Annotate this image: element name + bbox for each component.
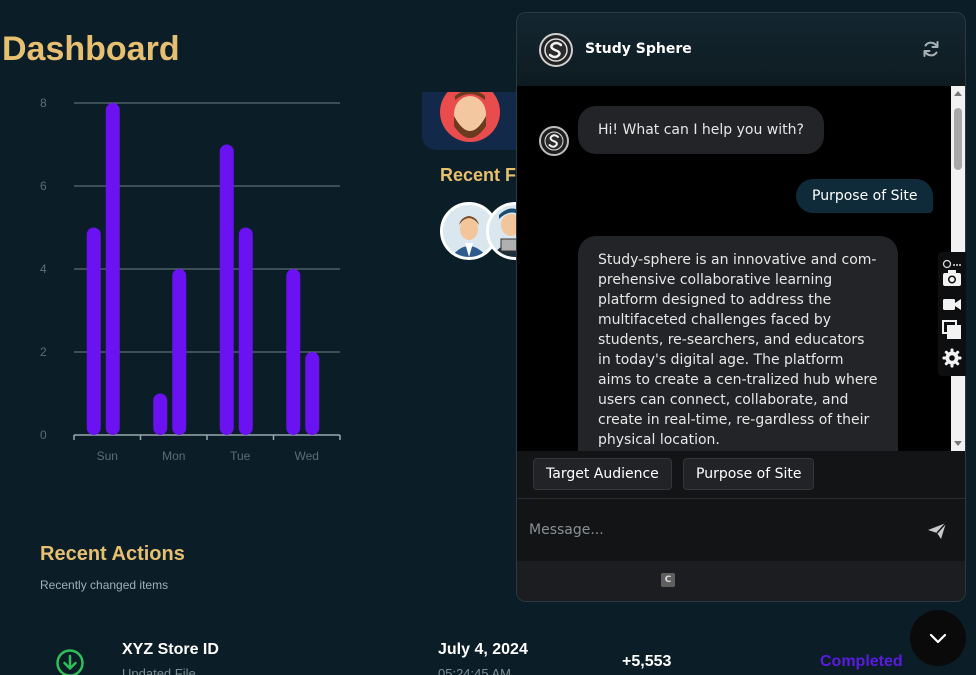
pin-icon[interactable]: [942, 254, 962, 269]
scroll-up-arrow-icon[interactable]: [954, 91, 962, 96]
weekly-bar-chart: 0 2 4 6 8 Sun Mon Tue Wed: [40, 96, 341, 463]
download-circle-icon: [55, 648, 85, 675]
chart-bar: [153, 393, 168, 435]
send-icon[interactable]: [927, 522, 947, 544]
action-amount: +5,553: [622, 653, 672, 670]
user-message: Purpose of Site: [796, 179, 934, 213]
action-item-name: XYZ Store ID: [122, 641, 219, 658]
chart-bar: [219, 144, 234, 435]
side-toolbar: [938, 252, 966, 376]
quick-replies: Target Audience Purpose of Site: [517, 451, 965, 498]
refresh-icon[interactable]: [921, 39, 941, 63]
gear-icon[interactable]: [942, 348, 962, 368]
chat-input-area: [517, 498, 965, 561]
footer-badge: C: [661, 573, 675, 587]
chart-bar: [305, 352, 320, 435]
chart-y-tick-label: 6: [40, 179, 47, 193]
scrollbar-thumb[interactable]: [954, 108, 962, 170]
bot-avatar: [539, 126, 569, 156]
bot-message: Study-sphere is an innovative and com-pr…: [578, 236, 898, 451]
chart-y-tick-label: 2: [40, 345, 47, 359]
action-item-subtitle: Updated File: [122, 666, 196, 675]
chart-bar: [238, 227, 253, 435]
chart-x-tick-label: Tue: [230, 449, 251, 463]
chart-x-tick-label: Mon: [162, 449, 185, 463]
chart-x-tick-label: Wed: [295, 449, 319, 463]
chart-bar: [286, 269, 301, 435]
chart-x-tick-label: Sun: [97, 449, 118, 463]
message-input[interactable]: [529, 515, 909, 545]
quick-reply-purpose-of-site[interactable]: Purpose of Site: [683, 458, 815, 490]
chart-bar: [86, 227, 101, 435]
chat-widget: Study Sphere Hi! What can I help you wit…: [516, 12, 966, 602]
recent-actions-title: Recent Actions: [40, 543, 185, 565]
table-row[interactable]: XYZ Store ID Updated File July 4, 2024 0…: [0, 636, 976, 675]
chart-y-tick-label: 4: [40, 262, 47, 276]
bot-message: Hi! What can I help you with?: [578, 106, 824, 154]
chart-bar: [105, 103, 120, 435]
chart-bar: [172, 269, 187, 435]
chat-title: Study Sphere: [585, 41, 692, 57]
recent-actions-subtitle: Recently changed items: [40, 578, 169, 592]
chat-messages[interactable]: Hi! What can I help you with? Purpose of…: [517, 86, 951, 451]
chart-y-tick-label: 8: [40, 96, 47, 110]
collapse-chat-button[interactable]: [910, 610, 966, 666]
avatar-bearded-man: [440, 92, 500, 142]
status-badge: Completed: [820, 653, 903, 670]
camera-icon[interactable]: [942, 268, 962, 288]
recent-section-label: Recent F: [440, 165, 517, 185]
page-title: Dashboard: [2, 30, 180, 68]
quick-reply-target-audience[interactable]: Target Audience: [533, 458, 672, 490]
profile-card[interactable]: [422, 92, 522, 150]
chat-header: Study Sphere: [517, 13, 965, 86]
scroll-down-arrow-icon[interactable]: [954, 441, 962, 446]
avatar[interactable]: [486, 202, 520, 260]
chart-y-tick-label: 0: [40, 428, 47, 442]
video-icon[interactable]: [942, 294, 962, 314]
windows-icon[interactable]: [942, 320, 962, 340]
chat-footer: C: [517, 561, 965, 601]
study-sphere-logo: [539, 33, 573, 67]
chevron-down-icon: [929, 633, 947, 644]
action-time: 05:24:45 AM: [438, 666, 511, 675]
action-date: July 4, 2024: [438, 641, 528, 658]
